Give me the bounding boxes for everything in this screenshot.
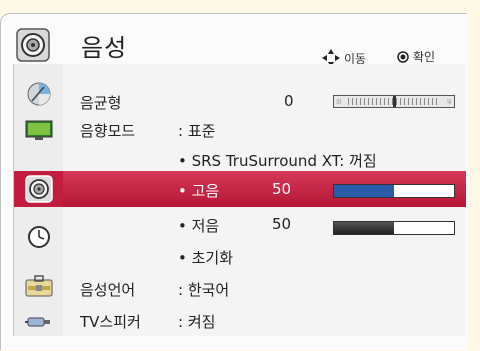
treble-label[interactable]: • 고음	[178, 180, 219, 201]
reset-item[interactable]: • 초기화	[178, 247, 233, 268]
sound-mode-label[interactable]: 음향모드	[80, 120, 135, 141]
picture-icon	[27, 82, 50, 106]
sidebar-item-input[interactable]	[14, 304, 63, 340]
balance-label[interactable]: 음균형	[80, 92, 121, 113]
treble-value: 50	[272, 180, 292, 198]
treble-slider-fill	[334, 185, 394, 197]
sidebar-item-screen[interactable]	[14, 112, 63, 148]
sidebar-item-option[interactable]	[14, 268, 63, 304]
category-sidebar	[13, 64, 64, 336]
sound-mode-value: : 표준	[178, 122, 216, 140]
bass-slider[interactable]	[333, 221, 455, 235]
audio-language-label[interactable]: 음성언어	[80, 279, 135, 300]
speaker-icon	[24, 175, 53, 203]
toolbox-icon	[25, 275, 52, 297]
tv-speaker-label[interactable]: TV스피커	[80, 311, 141, 332]
balance-scale-right: 우	[446, 99, 452, 106]
balance-scale-left: 좌	[336, 99, 342, 106]
bass-label[interactable]: • 저음	[178, 215, 219, 236]
clock-icon	[27, 226, 50, 248]
speaker-icon	[16, 28, 50, 62]
balance-slider[interactable]: 좌 우	[333, 95, 455, 108]
audio-language-value: : 한국어	[178, 281, 230, 299]
input-cable-icon	[24, 317, 50, 327]
srs-trusurround-item[interactable]: • SRS TruSurround XT: 꺼짐	[178, 150, 377, 171]
bass-value: 50	[272, 215, 292, 233]
ok-hint-label: 확인	[413, 50, 436, 64]
sidebar-item-audio[interactable]	[14, 171, 63, 207]
screen-icon	[25, 120, 52, 140]
page-title: 음성	[81, 34, 128, 62]
sidebar-item-time[interactable]	[14, 219, 63, 255]
balance-value: 0	[284, 92, 294, 110]
bass-slider-fill	[334, 222, 394, 234]
ok-button-icon	[397, 50, 409, 63]
ok-hint: 확인	[397, 48, 435, 65]
sidebar-item-picture[interactable]	[14, 76, 63, 112]
tv-speaker-value: : 켜짐	[178, 313, 216, 331]
balance-knob[interactable]	[393, 96, 396, 107]
treble-slider[interactable]	[333, 184, 455, 198]
